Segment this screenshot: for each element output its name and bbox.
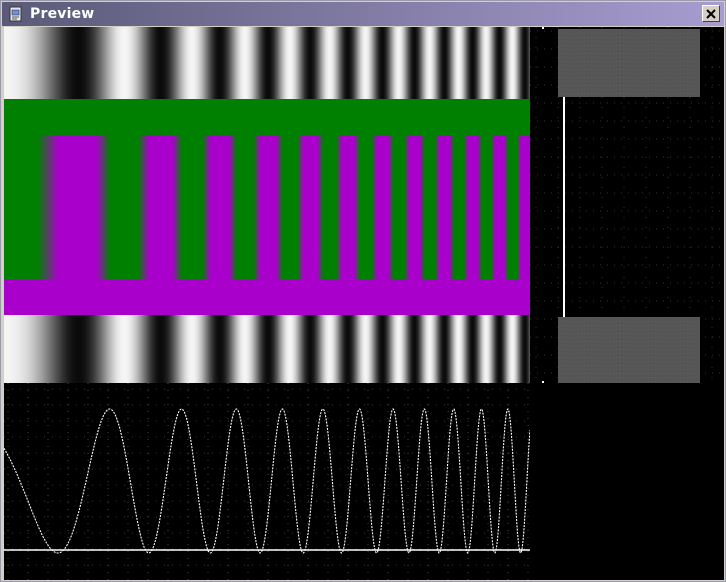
- close-button[interactable]: [702, 5, 720, 22]
- grayscale-band-bottom: [4, 315, 530, 383]
- empty-panel: [530, 383, 724, 580]
- marker-dot: [542, 27, 544, 29]
- green-band: [4, 99, 530, 135]
- level-meter-panel: [530, 27, 724, 383]
- level-block-bottom: [558, 317, 700, 383]
- magenta-band: [4, 279, 530, 315]
- waveform-panel: [4, 383, 531, 580]
- document-icon: [8, 6, 24, 22]
- window-title: Preview: [30, 6, 95, 22]
- level-block-top: [558, 29, 700, 97]
- green-magenta-chirp: [4, 135, 530, 279]
- preview-canvas: [4, 27, 724, 580]
- title-bar[interactable]: Preview: [2, 2, 724, 26]
- grayscale-band-top: [4, 27, 530, 99]
- preview-window: Preview: [0, 0, 726, 582]
- waveform-trace: [4, 408, 531, 554]
- close-icon: [706, 8, 716, 19]
